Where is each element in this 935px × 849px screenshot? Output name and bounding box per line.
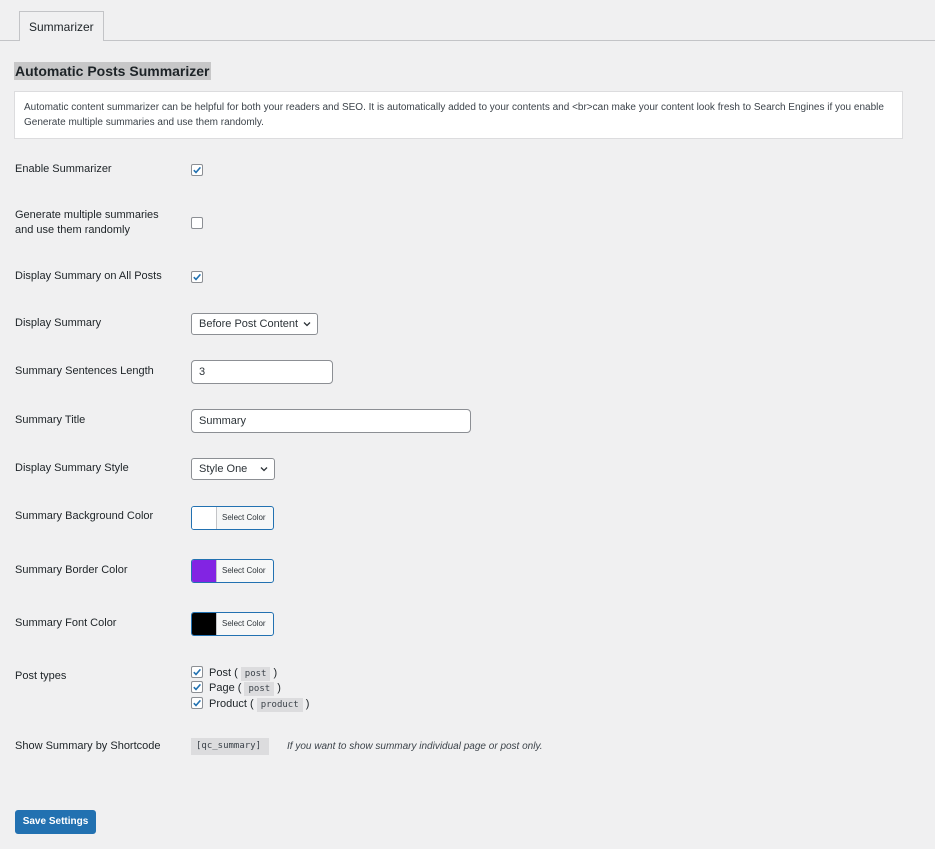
post-type-product[interactable]: Product ( product ) — [191, 697, 309, 712]
post-type-slug: post — [240, 667, 271, 681]
display-summary-select[interactable]: Before Post Content — [191, 313, 318, 335]
background-color-swatch — [192, 507, 217, 529]
font-color-picker[interactable]: Select Color — [191, 612, 274, 636]
display-all-posts-label: Display Summary on All Posts — [15, 270, 162, 282]
shortcode-value: [qc_summary] — [191, 738, 270, 755]
border-color-button-label: Select Color — [222, 566, 266, 575]
multiple-summaries-label-line1: Generate multiple summaries — [15, 209, 159, 221]
post-type-name: Page — [209, 682, 235, 694]
post-type-post[interactable]: Post ( post ) — [191, 666, 277, 681]
save-settings-button[interactable]: Save Settings — [15, 810, 96, 834]
sentences-length-input[interactable]: 3 — [191, 360, 333, 384]
checkmark-icon — [193, 683, 202, 691]
font-color-label: Summary Font Color — [15, 617, 117, 629]
summary-style-label: Display Summary Style — [15, 462, 129, 474]
enable-summarizer-checkbox[interactable] — [191, 164, 203, 176]
font-color-button-label: Select Color — [222, 619, 266, 628]
font-color-swatch — [192, 613, 217, 635]
display-all-posts-checkbox[interactable] — [191, 271, 203, 283]
post-type-slug: product — [256, 698, 303, 712]
display-summary-value: Before Post Content — [199, 318, 299, 330]
summary-style-select[interactable]: Style One — [191, 458, 275, 480]
sentences-length-label: Summary Sentences Length — [15, 365, 154, 377]
summary-style-value: Style One — [199, 463, 248, 475]
multiple-summaries-label: Generate multiple summaries and use them… — [15, 208, 159, 238]
display-summary-label: Display Summary — [15, 317, 102, 329]
post-type-name: Product — [209, 698, 247, 710]
background-color-label: Summary Background Color — [15, 510, 154, 522]
summary-title-input[interactable]: Summary — [191, 409, 471, 433]
shortcode-hint: If you want to show summary individual p… — [287, 741, 543, 752]
checkmark-icon — [193, 668, 202, 676]
post-type-name: Post — [209, 667, 232, 679]
post-type-page[interactable]: Page ( post ) — [191, 681, 281, 696]
post-type-page-checkbox[interactable] — [191, 681, 203, 694]
border-color-picker[interactable]: Select Color — [191, 559, 274, 583]
page-title: Automatic Posts Summarizer — [14, 62, 211, 80]
post-type-product-checkbox[interactable] — [191, 697, 203, 710]
summary-title-label: Summary Title — [15, 414, 86, 426]
post-type-slug: post — [244, 682, 275, 696]
chevron-down-icon — [260, 467, 268, 472]
tab-summarizer[interactable]: Summarizer — [19, 11, 104, 42]
shortcode-label: Show Summary by Shortcode — [15, 740, 161, 752]
checkmark-icon — [193, 273, 202, 281]
background-color-button-label: Select Color — [222, 513, 266, 522]
post-types-label: Post types — [15, 670, 67, 682]
checkmark-icon — [193, 699, 202, 707]
multiple-summaries-label-line2: and use them randomly — [15, 224, 130, 236]
background-color-picker[interactable]: Select Color — [191, 506, 274, 530]
settings-tabs: Summarizer — [0, 0, 935, 42]
border-color-label: Summary Border Color — [15, 564, 128, 576]
chevron-down-icon — [303, 322, 311, 327]
multiple-summaries-checkbox[interactable] — [191, 217, 203, 229]
border-color-swatch — [192, 560, 217, 582]
post-type-post-checkbox[interactable] — [191, 666, 203, 679]
info-notice: Automatic content summarizer can be help… — [14, 91, 903, 139]
enable-summarizer-label: Enable Summarizer — [15, 163, 112, 175]
checkmark-icon — [193, 166, 202, 174]
